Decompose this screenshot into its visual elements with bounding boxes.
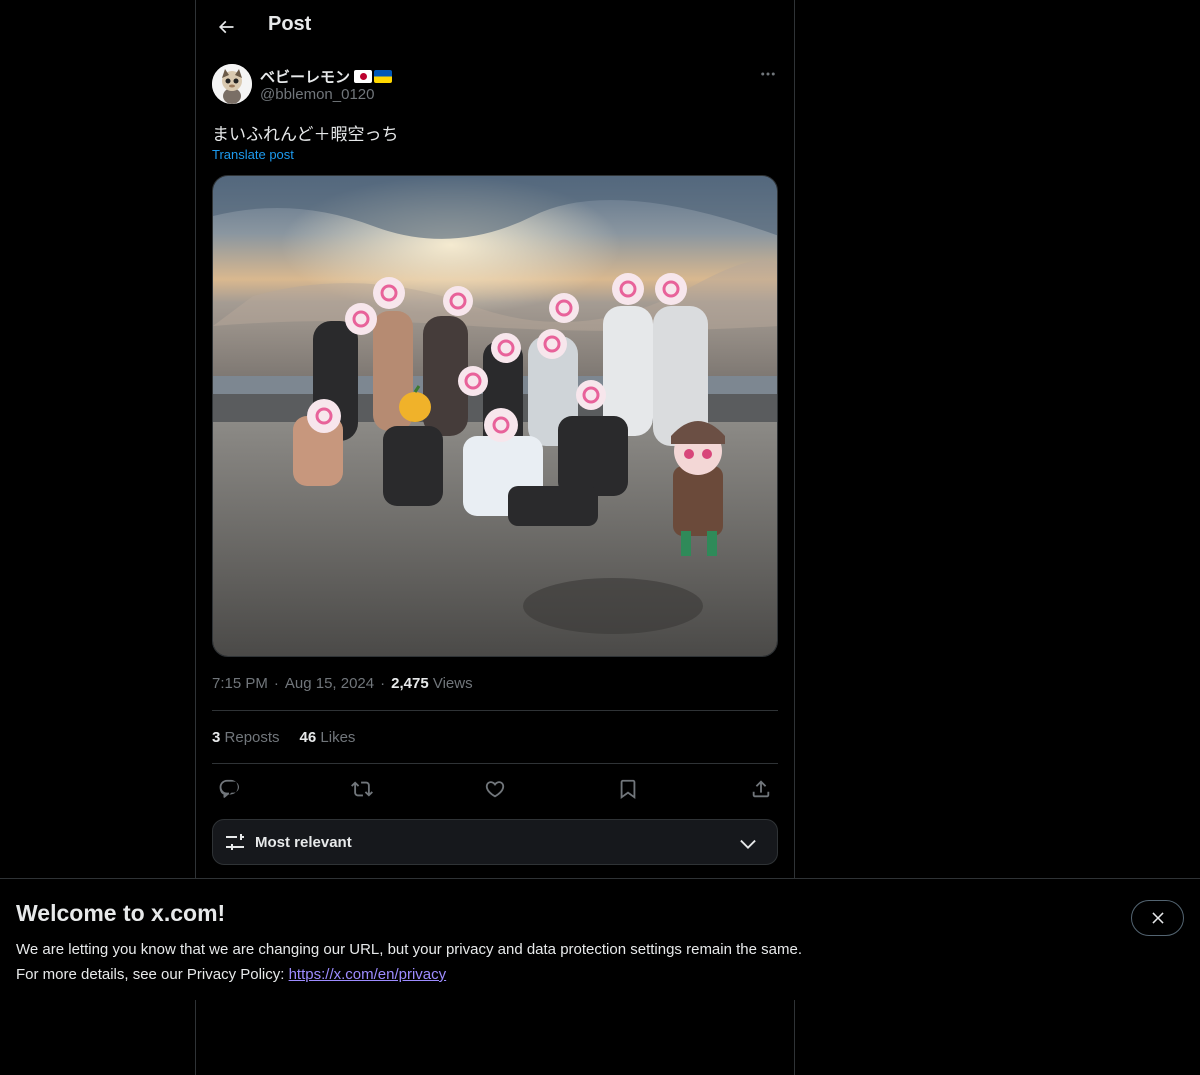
author-name[interactable]: ベビーレモン xyxy=(260,66,393,87)
avatar[interactable] xyxy=(212,64,252,104)
meta-separator: · xyxy=(273,675,279,692)
share-button[interactable] xyxy=(744,772,778,806)
reply-button[interactable] xyxy=(212,772,246,806)
welcome-title: Welcome to x.com! xyxy=(16,900,226,926)
post-author: ベビーレモン @bblemon_0120 xyxy=(212,64,778,108)
translate-post-link[interactable]: Translate post xyxy=(212,147,294,162)
reply-icon xyxy=(219,779,239,798)
close-icon xyxy=(1151,912,1164,924)
share-icon xyxy=(752,780,770,798)
chevron-down-icon xyxy=(740,839,756,849)
page-header: Post xyxy=(196,0,794,54)
reply-sort-dropdown[interactable]: Most relevant xyxy=(212,819,778,865)
post-stats: 3 Reposts 46 Likes xyxy=(212,729,355,746)
close-banner-button[interactable] xyxy=(1131,900,1184,936)
post-actions xyxy=(212,772,778,806)
welcome-line-2: For more details, see our Privacy Policy… xyxy=(16,966,289,983)
japan-flag-icon xyxy=(354,70,373,83)
post-media-photo[interactable] xyxy=(212,175,778,657)
bookmark-icon xyxy=(620,779,636,800)
meta-separator: · xyxy=(380,675,386,692)
back-button[interactable] xyxy=(208,9,244,45)
arrow-left-icon xyxy=(218,20,234,34)
post-meta: 7:15 PM · Aug 15, 2024 · 2,475 Views xyxy=(212,675,473,692)
ukraine-flag-icon xyxy=(374,70,393,83)
views-label: Views xyxy=(432,675,473,692)
sort-label: Most relevant xyxy=(255,833,352,851)
welcome-line-1: We are letting you know that we are chan… xyxy=(16,941,802,958)
post-date[interactable]: Aug 15, 2024 xyxy=(285,675,374,692)
more-options-button[interactable] xyxy=(758,64,778,84)
repost-icon xyxy=(351,781,373,797)
privacy-policy-link[interactable]: https://x.com/en/privacy xyxy=(289,966,447,983)
welcome-banner: Welcome to x.com! We are letting you kno… xyxy=(0,878,1200,1000)
likes-stat[interactable]: 46 Likes xyxy=(300,729,356,746)
sliders-icon xyxy=(226,834,244,850)
post-time[interactable]: 7:15 PM xyxy=(212,675,268,692)
reposts-count: 3 xyxy=(212,729,221,746)
author-handle[interactable]: @bblemon_0120 xyxy=(260,86,374,103)
repost-button[interactable] xyxy=(345,772,379,806)
reposts-stat[interactable]: 3 Reposts xyxy=(212,729,280,746)
heart-icon xyxy=(485,781,505,798)
reposts-label: Reposts xyxy=(224,729,280,746)
author-display-name: ベビーレモン xyxy=(260,68,351,86)
views-count: 2,475 xyxy=(391,675,429,692)
likes-count: 46 xyxy=(299,729,317,746)
like-button[interactable] xyxy=(478,772,512,806)
more-horizontal-icon xyxy=(761,72,775,76)
post-text: まいふれんど＋暇空っち xyxy=(212,125,399,145)
bookmark-button[interactable] xyxy=(611,772,645,806)
divider xyxy=(212,763,778,764)
likes-label: Likes xyxy=(320,729,356,746)
welcome-body: We are letting you know that we are chan… xyxy=(16,937,802,987)
divider xyxy=(212,710,778,711)
page-title: Post xyxy=(268,13,312,35)
